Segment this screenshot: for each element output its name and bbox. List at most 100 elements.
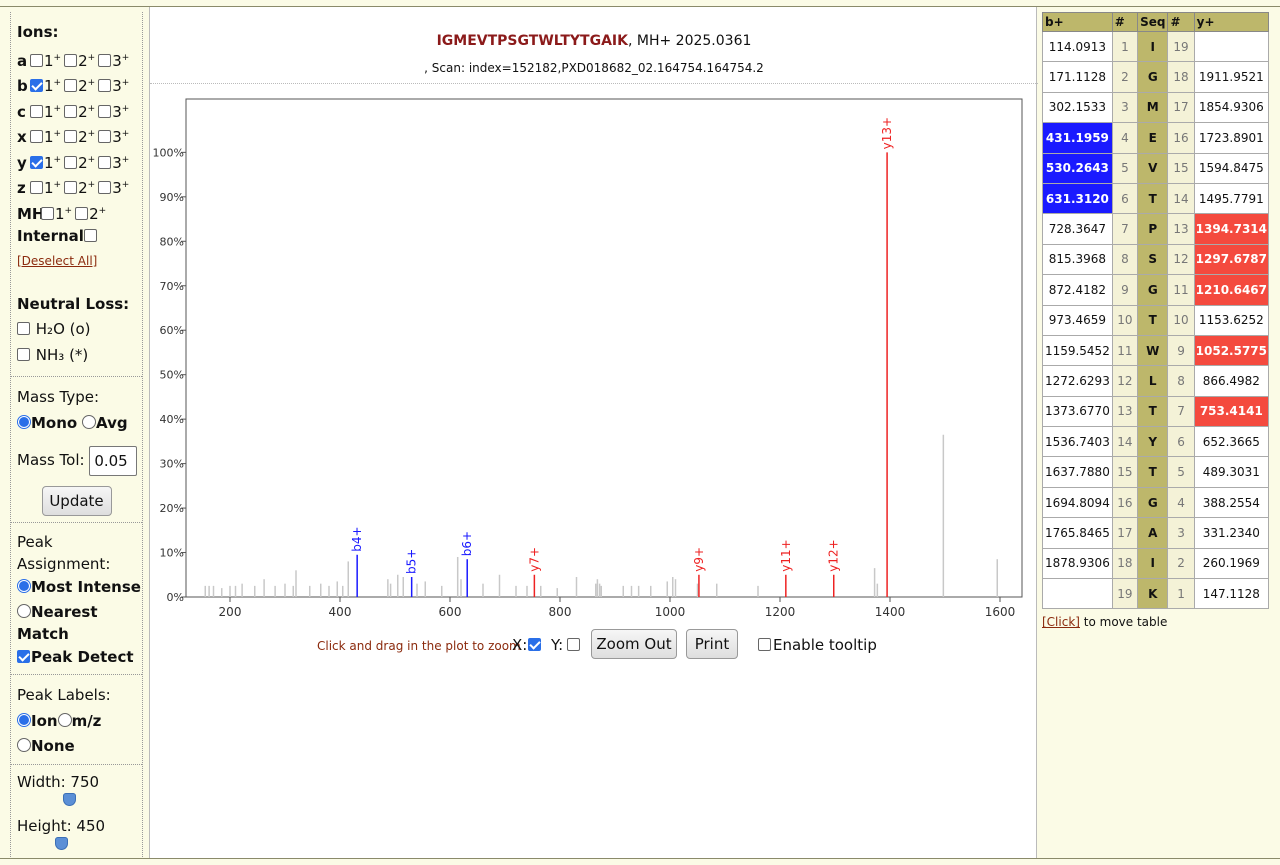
mz-label-radio[interactable] xyxy=(57,712,72,727)
y-zoom-label: Y: xyxy=(551,636,564,654)
height-slider[interactable] xyxy=(17,836,142,853)
print-button[interactable]: Print xyxy=(686,629,738,659)
internal-checkbox[interactable] xyxy=(83,229,97,242)
ion-b-charge-1-checkbox[interactable] xyxy=(30,79,43,92)
ion-c-charge-3-checkbox[interactable] xyxy=(98,104,112,118)
b-ion-cell: 1373.6770 xyxy=(1042,395,1113,428)
fragment-row: 973.4659 10 T 10 1153.6252 xyxy=(1042,304,1270,336)
nh3-checkbox[interactable] xyxy=(17,347,30,361)
tooltip-checkbox[interactable] xyxy=(758,638,771,651)
nearest-match-radio[interactable] xyxy=(17,603,31,618)
peak-labels-options: Ion m/z xyxy=(17,709,142,735)
charge-value: 3 xyxy=(112,153,122,172)
ion-row-z: z 1+ 2+ 3+ xyxy=(17,173,142,199)
x-tick-label: 600 xyxy=(439,605,462,617)
width-slider[interactable] xyxy=(17,792,142,815)
none-label-radio[interactable] xyxy=(17,738,31,752)
y-tick-label: 80% xyxy=(160,235,184,248)
ion-c-charge-2-checkbox[interactable] xyxy=(64,104,78,118)
ion-x-charge-2-checkbox[interactable] xyxy=(64,130,78,143)
b-ion-cell: 1159.5452 xyxy=(1042,334,1113,367)
ion-y-charge-3-checkbox[interactable] xyxy=(98,155,112,169)
move-table-text: to move table xyxy=(1079,615,1168,630)
charge-label: 1+ xyxy=(44,179,62,197)
spectrum-plot[interactable]: 0% 10% 20% 30% 40% 50% 60% 70% 80% 90% 100% 200 400 6… xyxy=(150,87,1038,617)
ion-a-charge-1-checkbox[interactable] xyxy=(30,53,43,67)
b-index-cell: 14 xyxy=(1111,426,1139,458)
col-y-ion: y+ xyxy=(1193,12,1270,32)
b-index-cell: 3 xyxy=(1111,91,1139,124)
ion-y-charge-1-checkbox[interactable] xyxy=(30,155,43,169)
residue-cell: P xyxy=(1137,213,1169,245)
fragment-row: 1765.8465 17 A 3 331.2340 xyxy=(1042,517,1270,549)
mass-tol-input[interactable]: 0.05 xyxy=(89,445,138,476)
y-tick-label: 30% xyxy=(160,458,184,471)
charge-label: 3+ xyxy=(112,153,130,172)
ion-mh-charge-2-checkbox[interactable] xyxy=(75,206,89,220)
move-table-link[interactable]: [Click] xyxy=(1042,615,1080,629)
ion-mh-charge-1-checkbox[interactable] xyxy=(41,206,54,220)
fragment-row: 302.1533 3 M 17 1854.9306 xyxy=(1042,91,1270,124)
mass-type-section: Mass Type: Mono Avg Mass Tol: 0.05 Updat… xyxy=(11,377,142,523)
y-zoom-checkbox[interactable] xyxy=(567,638,580,651)
residue-cell: L xyxy=(1137,365,1169,397)
h2o-row: H₂O (o) xyxy=(17,317,142,343)
b-ion-cell: 171.1128 xyxy=(1042,61,1113,93)
charge-label: 2+ xyxy=(78,153,96,172)
y-ion-cell: 1052.5775 xyxy=(1193,334,1270,367)
y-ion-cell: 1394.7314 xyxy=(1193,213,1270,245)
y-index-cell: 18 xyxy=(1167,61,1195,93)
fragment-row: 1637.7880 15 T 5 489.3031 xyxy=(1042,456,1270,488)
peak-detect-checkbox[interactable] xyxy=(17,649,30,663)
charge-label: 2+ xyxy=(78,128,96,146)
y-index-cell: 16 xyxy=(1167,122,1195,154)
b-ion-cell: 973.4659 xyxy=(1042,304,1113,336)
charge-label: 1+ xyxy=(55,204,73,223)
peak-label: y12+ xyxy=(827,539,841,571)
ion-x-charge-1-checkbox[interactable] xyxy=(30,130,43,143)
update-button[interactable]: Update xyxy=(41,486,112,516)
mono-radio[interactable] xyxy=(17,414,31,429)
ion-c-charge-1-checkbox[interactable] xyxy=(30,104,43,118)
none-label-text: None xyxy=(31,737,75,755)
residue-cell: Y xyxy=(1137,426,1169,458)
most-intense-radio[interactable] xyxy=(17,579,31,593)
width-slider-handle[interactable] xyxy=(63,792,76,806)
ion-z-charge-2-checkbox[interactable] xyxy=(64,181,78,194)
h2o-checkbox[interactable] xyxy=(17,322,30,335)
ion-y-charge-2-checkbox[interactable] xyxy=(64,155,78,169)
b-ion-cell: 431.1959 xyxy=(1042,122,1113,154)
ions-section: Ions: a 1+ 2+ 3+ b 1+ 2+ 3+ c 1+ 2+ 3+ x 1+ 2+ 3+ y 1+ 2+ 3… xyxy=(11,12,142,377)
y-ion-cell: 866.4982 xyxy=(1193,365,1270,397)
b-index-cell: 6 xyxy=(1111,182,1139,215)
b-ion-cell: 1694.8094 xyxy=(1042,486,1113,519)
fragment-table-body: 114.0913 1 I 19 171.1128 2 G 18 1911.9521 302.153… xyxy=(1042,30,1270,610)
y-ion-cell: 1911.9521 xyxy=(1193,61,1270,93)
ion-x-charge-3-checkbox[interactable] xyxy=(98,130,112,143)
internal-row: Internal xyxy=(17,224,142,250)
col-b-index: # xyxy=(1111,12,1139,32)
x-tick-label: 800 xyxy=(549,605,572,617)
ion-b-charge-2-checkbox[interactable] xyxy=(64,79,78,92)
charge-value: 3 xyxy=(112,102,122,121)
deselect-all-link[interactable]: [Deselect All] xyxy=(17,254,97,268)
height-slider-handle[interactable] xyxy=(55,836,68,850)
charge-value: 2 xyxy=(78,77,88,95)
y-tick-label: 40% xyxy=(160,413,184,426)
avg-radio[interactable] xyxy=(82,414,96,429)
y-index-cell: 7 xyxy=(1167,395,1195,428)
ion-b-charge-3-checkbox[interactable] xyxy=(98,79,112,92)
ion-z-charge-3-checkbox[interactable] xyxy=(98,181,112,194)
x-zoom-checkbox[interactable] xyxy=(528,638,541,651)
ion-label-radio[interactable] xyxy=(17,712,31,727)
fragment-row: 1373.6770 13 T 7 753.4141 xyxy=(1042,395,1270,428)
y-tick-label: 50% xyxy=(160,369,184,382)
residue-cell: T xyxy=(1137,395,1169,428)
ion-z-charge-1-checkbox[interactable] xyxy=(30,181,43,194)
residue-cell: A xyxy=(1137,517,1169,549)
ion-a-charge-3-checkbox[interactable] xyxy=(98,53,112,67)
y-ion-cell: 489.3031 xyxy=(1193,456,1270,488)
ion-a-charge-2-checkbox[interactable] xyxy=(64,53,78,67)
zoom-out-button[interactable]: Zoom Out xyxy=(591,629,677,659)
ion-row-y: y 1+ 2+ 3+ xyxy=(17,148,142,174)
